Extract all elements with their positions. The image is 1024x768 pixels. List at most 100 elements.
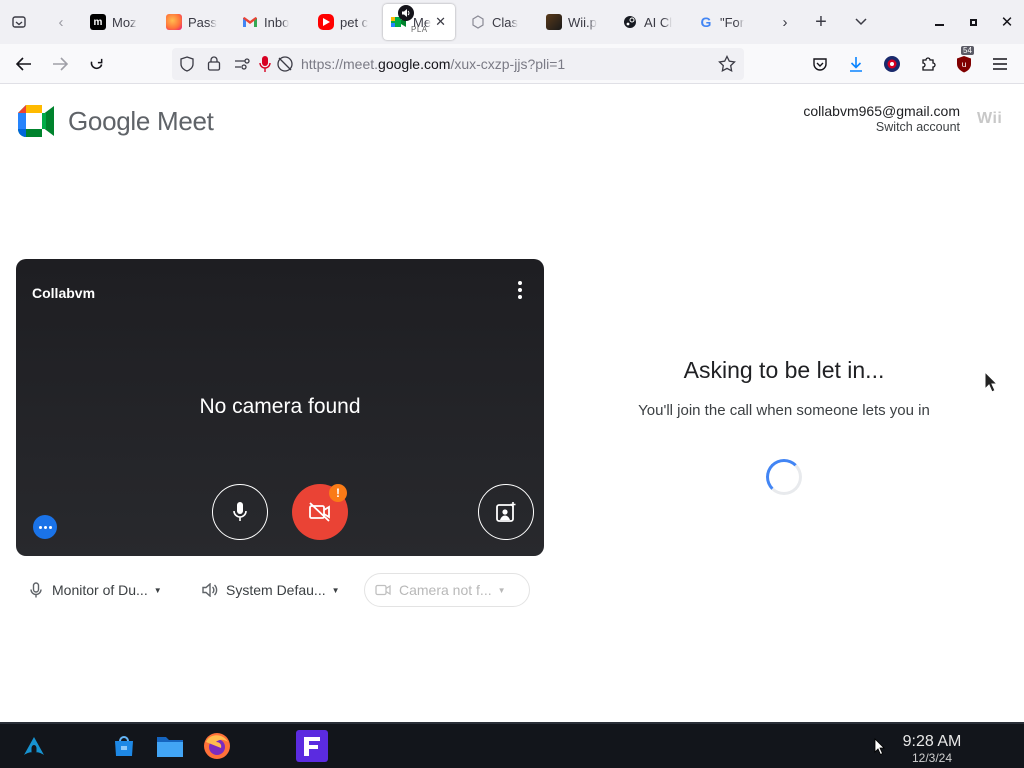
app-f-icon bbox=[296, 730, 328, 762]
google-icon: G bbox=[700, 14, 712, 30]
microphone-device-select[interactable]: Monitor of Du... ▼ bbox=[22, 573, 170, 607]
tab-title: Wii.p bbox=[568, 14, 597, 30]
camera-device-select[interactable]: Camera not f... ▼ bbox=[364, 573, 530, 607]
new-tab-button[interactable]: + bbox=[806, 6, 836, 38]
overflow-options-button[interactable] bbox=[33, 515, 57, 539]
puzzle-icon bbox=[470, 14, 486, 30]
app-menu-button[interactable] bbox=[986, 50, 1014, 78]
dropdown-arrow-icon: ▼ bbox=[497, 585, 506, 595]
join-status-description: You'll join the call when someone lets y… bbox=[638, 402, 930, 419]
loading-spinner-icon bbox=[766, 459, 802, 495]
more-options-button[interactable] bbox=[510, 278, 530, 302]
blocked-count-badge: 54 bbox=[961, 46, 974, 55]
arrow-left-icon bbox=[16, 57, 31, 71]
wii-thumbnail-icon bbox=[546, 14, 562, 30]
tab-strip: ‹ m Moz Pass Inbo pet c Me PLA ✕ Clas Wi… bbox=[0, 0, 1024, 44]
tab-subtitle: PLA bbox=[411, 25, 428, 34]
tab-3[interactable]: pet c bbox=[310, 4, 382, 40]
camera-device-label: Camera not f... bbox=[399, 582, 492, 598]
steam-icon bbox=[622, 14, 638, 30]
tab-1[interactable]: Pass bbox=[158, 4, 232, 40]
switch-account-link[interactable]: Switch account bbox=[876, 120, 960, 134]
extension-globe-icon bbox=[884, 56, 900, 72]
firefox-taskbar-button[interactable] bbox=[203, 732, 231, 760]
meet-page: Google Meet collabvm965@gmail.com Switch… bbox=[0, 85, 1024, 722]
tab-5[interactable]: Clas bbox=[462, 4, 536, 40]
tab-title: AI Cl bbox=[644, 14, 673, 30]
extensions-button[interactable] bbox=[914, 50, 942, 78]
url-text[interactable]: https://meet.google.com/xux-cxzp-jjs?pli… bbox=[301, 56, 565, 72]
account-extension-button[interactable] bbox=[878, 50, 906, 78]
address-bar[interactable]: https://meet.google.com/xux-cxzp-jjs?pli… bbox=[172, 48, 744, 80]
url-prefix: https://meet. bbox=[301, 56, 379, 72]
pocket-icon bbox=[813, 58, 827, 71]
youtube-icon bbox=[318, 14, 334, 30]
portrait-effects-icon bbox=[496, 502, 516, 522]
hamburger-menu-icon bbox=[993, 58, 1007, 70]
url-domain: google.com bbox=[378, 56, 451, 72]
forward-button[interactable] bbox=[46, 50, 74, 78]
file-manager-taskbar-button[interactable] bbox=[156, 732, 184, 760]
bookmark-star-icon[interactable] bbox=[718, 55, 736, 78]
mouse-cursor-icon bbox=[874, 738, 885, 756]
navigation-toolbar: https://meet.google.com/xux-cxzp-jjs?pli… bbox=[0, 44, 1024, 84]
mouse-cursor-icon bbox=[984, 371, 998, 393]
tab-2[interactable]: Inbo bbox=[234, 4, 308, 40]
microphone-in-use-icon[interactable] bbox=[259, 55, 271, 78]
store-taskbar-button[interactable] bbox=[110, 732, 138, 760]
list-all-tabs-button[interactable] bbox=[4, 6, 34, 38]
account-avatar[interactable]: Wii bbox=[977, 110, 1002, 128]
close-tab-icon[interactable]: ✕ bbox=[435, 14, 446, 30]
camera-off-icon bbox=[309, 502, 330, 522]
speaker-device-select[interactable]: System Defau... ▼ bbox=[194, 573, 348, 607]
permissions-icon[interactable] bbox=[234, 56, 252, 77]
os-taskbar: 9:28 AM 12/3/24 bbox=[0, 722, 1024, 768]
start-menu-button[interactable] bbox=[20, 732, 48, 760]
dropdown-arrow-icon: ▼ bbox=[331, 585, 340, 595]
svg-text:u: u bbox=[961, 60, 966, 69]
close-icon: ✕ bbox=[1000, 14, 1014, 31]
reload-button[interactable] bbox=[82, 50, 110, 78]
folder-icon bbox=[157, 737, 183, 757]
lock-icon[interactable] bbox=[207, 55, 221, 76]
back-button[interactable] bbox=[10, 50, 38, 78]
ublock-shield-icon: u bbox=[957, 56, 971, 73]
downloads-button[interactable] bbox=[842, 50, 870, 78]
firefox-icon bbox=[204, 733, 230, 759]
scroll-tabs-right-button[interactable]: › bbox=[770, 6, 800, 38]
maximize-window-button[interactable] bbox=[958, 6, 988, 38]
mdn-icon: m bbox=[90, 14, 106, 30]
tab-google-meet-active[interactable]: Me PLA ✕ bbox=[383, 4, 455, 40]
puzzle-piece-icon bbox=[922, 57, 936, 71]
reload-icon bbox=[90, 58, 102, 69]
pocket-button[interactable] bbox=[806, 50, 834, 78]
scroll-tabs-left-button[interactable]: ‹ bbox=[46, 6, 76, 38]
minimize-window-button[interactable] bbox=[924, 6, 954, 38]
tab-title: "For bbox=[720, 14, 745, 30]
clock-time[interactable]: 9:28 AM bbox=[896, 733, 968, 751]
tab-7[interactable]: AI Cl bbox=[614, 4, 688, 40]
close-window-button[interactable]: ✕ bbox=[992, 6, 1022, 38]
maximize-icon bbox=[969, 18, 977, 26]
gmail-icon bbox=[242, 14, 258, 30]
app-taskbar-button[interactable] bbox=[296, 730, 328, 762]
no-camera-message: No camera found bbox=[199, 395, 361, 418]
dropdown-arrow-icon: ▼ bbox=[153, 585, 162, 595]
tab-6[interactable]: Wii.p bbox=[538, 4, 610, 40]
arrow-right-icon bbox=[53, 57, 68, 71]
audio-playing-icon[interactable] bbox=[398, 5, 414, 21]
microphone-toggle-button[interactable] bbox=[212, 484, 268, 540]
camera-blocked-icon[interactable] bbox=[276, 55, 294, 78]
visual-effects-button[interactable] bbox=[478, 484, 534, 540]
plus-icon: + bbox=[815, 10, 827, 33]
tab-0[interactable]: m Moz bbox=[82, 4, 156, 40]
chevron-left-icon: ‹ bbox=[58, 13, 64, 31]
tracking-protection-icon[interactable] bbox=[179, 56, 195, 77]
clock-date[interactable]: 12/3/24 bbox=[896, 751, 968, 765]
minimize-icon bbox=[934, 24, 944, 26]
microphone-icon bbox=[233, 502, 247, 521]
tab-8[interactable]: G "For bbox=[690, 4, 766, 40]
tab-title: Moz bbox=[112, 14, 137, 30]
tab-overflow-button[interactable] bbox=[846, 6, 876, 38]
ublock-origin-button[interactable]: u 54 bbox=[950, 46, 978, 78]
